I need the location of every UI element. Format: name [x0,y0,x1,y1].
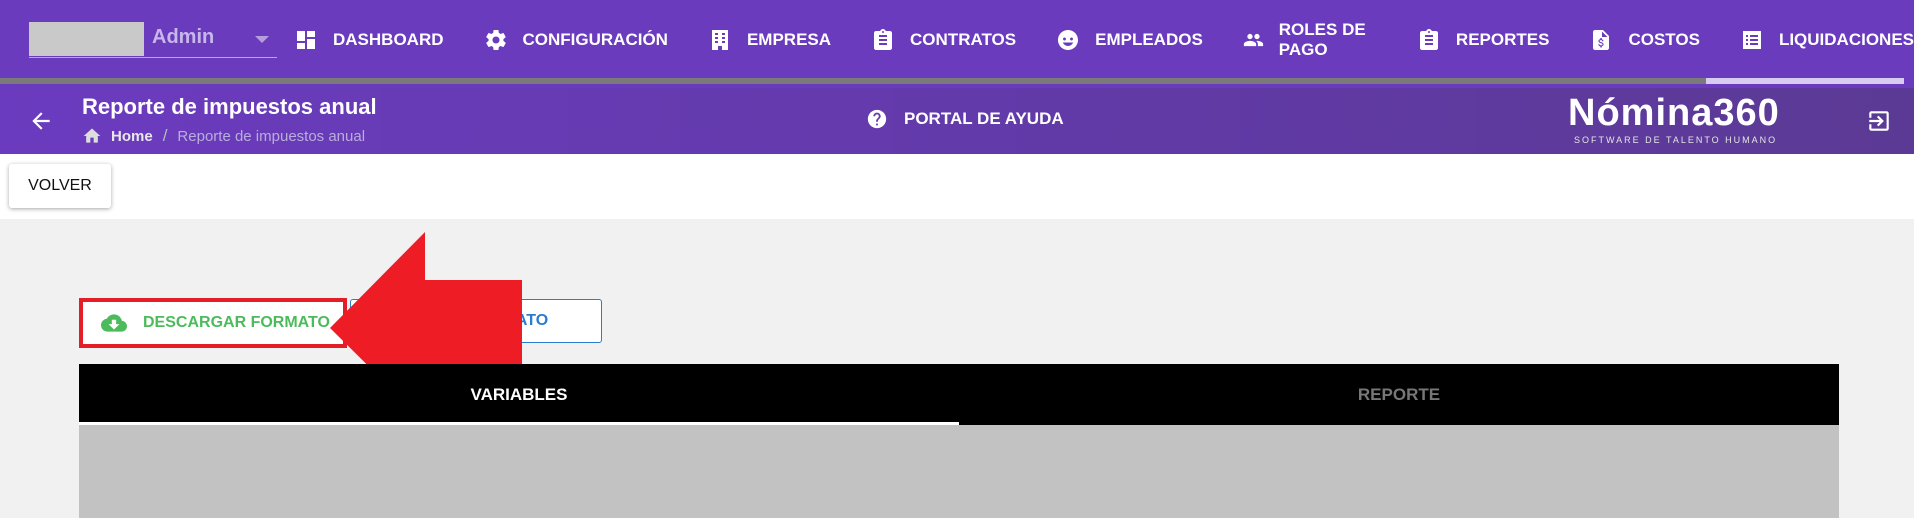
breadcrumb-current: Reporte de impuestos anual [177,127,366,145]
top-navbar: Admin DASHBOARD CONFIGURACIÓN EMPRESA CO… [0,0,1914,88]
page-title: Reporte de impuestos anual [82,94,377,119]
tab-label: VARIABLES [470,384,568,404]
chevron-down-icon[interactable] [255,36,269,43]
tab-content-panel [79,425,1839,518]
clipboard-icon [874,29,893,50]
cloud-download-icon [101,314,127,332]
tab-label: REPORTE [1357,384,1441,404]
nav-item-dashboard[interactable]: DASHBOARD [294,0,444,80]
breadcrumb-separator: / [162,126,168,145]
nav-item-label: EMPLEADOS [1095,30,1203,49]
clipboard-list-icon [1419,29,1438,50]
nav-item-reportes[interactable]: REPORTES [1417,0,1550,80]
dashboard-icon [297,31,315,49]
nav-item-configuracion[interactable]: CONFIGURACIÓN [484,0,668,80]
download-format-label: DESCARGAR FORMATO [143,314,330,331]
list-icon [1742,31,1761,49]
help-portal-label: PORTAL DE AYUDA [904,109,1064,128]
nav-item-label: REPORTES [1455,30,1550,49]
tab-bar: VARIABLES REPORTE [79,364,1839,425]
breadcrumb-home[interactable]: Home [111,128,153,145]
gear-icon [485,30,506,50]
help-circle-icon [867,109,887,129]
help-portal-link[interactable]: PORTAL DE AYUDA [866,108,1064,130]
tab-reporte[interactable]: REPORTE [959,364,1839,425]
nav-item-label: CONTRATOS [910,30,1017,49]
main-menu: DASHBOARD CONFIGURACIÓN EMPRESA CONTRATO… [294,0,1914,80]
breadcrumb: Home / Reporte de impuestos anual [82,126,365,146]
nav-scroll-track [0,78,1904,84]
nav-active-indicator [1706,78,1904,84]
download-format-button[interactable]: DESCARGAR FORMATO [79,298,347,348]
brand-logo: Nómina360 SOFTWARE DE TALENTO HUMANO [1566,88,1796,154]
toolbar: VOLVER [0,154,1914,219]
nav-item-liquidaciones[interactable]: LIQUIDACIONES [1740,0,1914,80]
building-icon [711,30,728,50]
nav-item-label: LIQUIDACIONES [1778,30,1914,49]
invoice-dollar-icon [1593,30,1610,50]
company-selector[interactable]: Admin [29,22,277,58]
nav-item-label: ROLES DE PAGO [1278,20,1366,59]
nav-item-label: EMPRESA [746,30,832,49]
arrow-left-icon[interactable] [28,108,54,134]
nav-item-contratos[interactable]: CONTRATOS [871,0,1016,80]
home-icon [83,128,101,143]
nav-item-costos[interactable]: COSTOS [1589,0,1700,80]
nav-item-label: DASHBOARD [333,30,444,49]
brand-tagline: SOFTWARE DE TALENTO HUMANO [1574,135,1778,145]
nav-item-roles-de-pago[interactable]: ROLES DE PAGO [1243,0,1377,80]
company-logo [29,22,144,56]
face-icon [1058,30,1079,50]
back-button[interactable]: VOLVER [9,164,111,208]
people-icon [1243,33,1263,47]
brand-name: Nómina360 [1568,92,1780,134]
tab-variables[interactable]: VARIABLES [79,364,959,425]
nav-item-empleados[interactable]: EMPLEADOS [1056,0,1203,80]
nav-item-empresa[interactable]: EMPRESA [708,0,831,80]
nav-item-label: CONFIGURACIÓN [522,30,668,49]
logout-icon[interactable] [1866,108,1892,134]
company-name: Admin [152,26,215,48]
nav-item-label: COSTOS [1628,30,1700,49]
page-header: Reporte de impuestos anual Home / Report… [0,88,1914,154]
